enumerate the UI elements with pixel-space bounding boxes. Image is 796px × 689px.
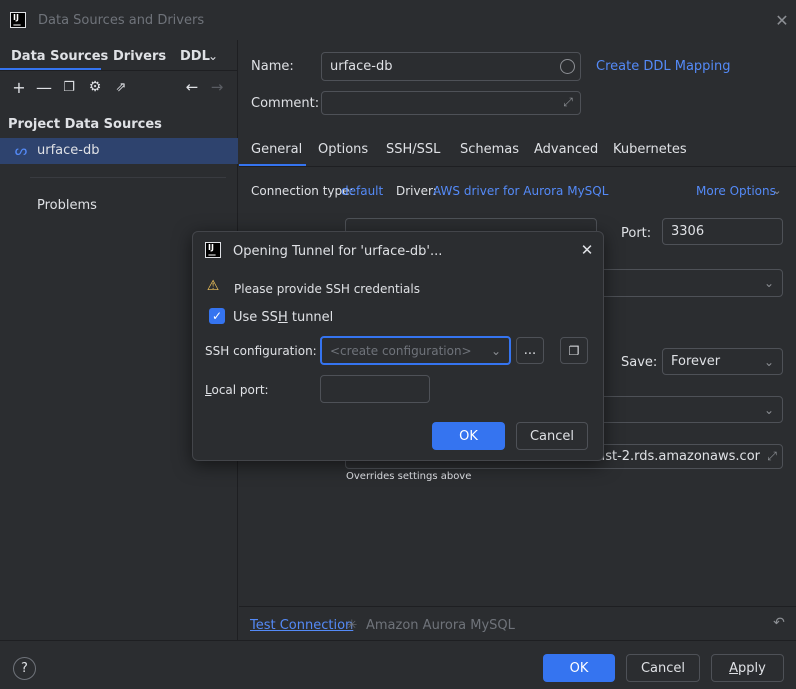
help-icon[interactable]: ?: [13, 657, 36, 680]
ssh-config-select[interactable]: <create configuration> ⌄: [320, 336, 511, 365]
copy-config-icon[interactable]: ❐: [560, 337, 588, 364]
dialog-title: Opening Tunnel for 'urface-db'...: [233, 244, 443, 259]
warning-text: Please provide SSH credentials: [234, 282, 420, 296]
chevron-down-icon[interactable]: ⌄: [770, 183, 784, 197]
save-label: Save:: [621, 355, 658, 370]
driver-label: Driver:: [396, 184, 437, 198]
expand-icon[interactable]: ⤢: [764, 448, 780, 464]
dialog-cancel-button[interactable]: Cancel: [516, 422, 588, 450]
use-ssh-text: Use SS: [233, 310, 278, 325]
tab-ssh-ssl[interactable]: SSH/SSL: [386, 142, 440, 157]
more-options-link[interactable]: More Options: [696, 184, 776, 198]
name-input[interactable]: urface-db: [321, 52, 581, 81]
driver-link[interactable]: AWS driver for Aurora MySQL: [433, 184, 608, 198]
chevron-down-icon: ⌄: [763, 402, 774, 417]
apply-mnemonic: A: [729, 660, 739, 676]
save-value: Forever: [671, 354, 721, 369]
dialog-ok-button[interactable]: OK: [432, 422, 505, 450]
connection-type-link[interactable]: default: [341, 184, 383, 198]
undo-icon[interactable]: ↶: [770, 614, 788, 632]
divider: [0, 70, 238, 71]
intellij-logo-icon: IJ —: [205, 242, 221, 259]
test-connection-link[interactable]: Test Connection: [250, 618, 353, 633]
ssh-tunnel-dialog: IJ — Opening Tunnel for 'urface-db'... ✕ …: [192, 231, 604, 461]
forward-arrow-icon: →: [210, 78, 224, 96]
settings-icon[interactable]: ⚙: [86, 78, 104, 96]
title-bar: IJ — Data Sources and Drivers ✕: [0, 0, 796, 40]
use-ssh-mnemonic: H: [277, 310, 288, 325]
divider: [239, 606, 796, 607]
apply-button[interactable]: Apply: [711, 654, 784, 682]
problems-item[interactable]: Problems: [37, 198, 97, 213]
create-ddl-link[interactable]: Create DDL Mapping: [596, 59, 731, 74]
use-ssh-suffix: tunnel: [287, 310, 334, 325]
datasource-row[interactable]: ᔕ urface-db: [0, 138, 238, 164]
divider: [239, 166, 796, 167]
tab-options[interactable]: Options: [318, 142, 368, 157]
mysql-icon: ᔕ: [14, 143, 28, 159]
use-ssh-label[interactable]: Use SSH tunnel: [233, 310, 333, 325]
intellij-logo-icon: IJ —: [10, 12, 26, 29]
connection-type-label: Connection type:: [251, 184, 354, 198]
add-icon[interactable]: +: [10, 78, 28, 97]
name-label: Name:: [251, 59, 294, 74]
cancel-button[interactable]: Cancel: [626, 654, 700, 682]
datasource-label: urface-db: [37, 143, 100, 158]
comment-input[interactable]: ⤢: [321, 91, 581, 115]
duplicate-icon[interactable]: ❐: [60, 78, 78, 96]
expand-icon[interactable]: ⤢: [560, 94, 576, 110]
name-value: urface-db: [330, 59, 393, 74]
footer: ? OK Cancel Apply: [0, 640, 796, 689]
test-status: Amazon Aurora MySQL: [366, 618, 515, 633]
ok-button[interactable]: OK: [543, 654, 615, 682]
local-port-label: Local port:: [205, 383, 269, 397]
chevron-down-icon[interactable]: ⌄: [205, 48, 221, 64]
tab-data-sources[interactable]: Data Sources: [11, 49, 108, 64]
ssh-config-placeholder: <create configuration>: [330, 343, 472, 358]
divider: [30, 177, 226, 178]
port-value: 3306: [671, 224, 705, 239]
port-input[interactable]: 3306: [662, 218, 783, 245]
tab-schemas[interactable]: Schemas: [460, 142, 519, 157]
remove-icon[interactable]: —: [35, 78, 53, 97]
browse-button[interactable]: ...: [516, 337, 544, 364]
tab-drivers[interactable]: Drivers: [113, 49, 166, 64]
port-label: Port:: [621, 226, 652, 241]
local-port-text: ocal port:: [211, 383, 269, 397]
overrides-note: Overrides settings above: [346, 471, 472, 482]
tab-general[interactable]: General: [251, 142, 302, 157]
warning-icon: ⚠: [206, 278, 220, 294]
window-title: Data Sources and Drivers: [38, 13, 205, 28]
chevron-down-icon: ⌄: [490, 343, 501, 358]
local-port-input[interactable]: [320, 375, 430, 403]
close-icon[interactable]: ✕: [772, 10, 792, 30]
apply-label: pply: [738, 660, 766, 676]
back-arrow-icon[interactable]: ←: [183, 78, 201, 96]
color-circle-icon[interactable]: [560, 59, 575, 74]
close-icon[interactable]: ✕: [578, 241, 596, 259]
chevron-down-icon: ⌄: [763, 354, 774, 369]
tab-advanced[interactable]: Advanced: [534, 142, 598, 157]
use-ssh-checkbox[interactable]: ✓: [209, 308, 225, 324]
spinner-icon: ✳: [346, 617, 358, 633]
section-title: Project Data Sources: [8, 117, 162, 132]
save-select[interactable]: Forever ⌄: [662, 348, 783, 375]
comment-label: Comment:: [251, 96, 320, 111]
open-external-icon[interactable]: ⇗: [112, 78, 130, 96]
ssh-config-label: SSH configuration:: [205, 344, 317, 358]
chevron-down-icon: ⌄: [763, 276, 774, 290]
tab-kubernetes[interactable]: Kubernetes: [613, 142, 687, 157]
